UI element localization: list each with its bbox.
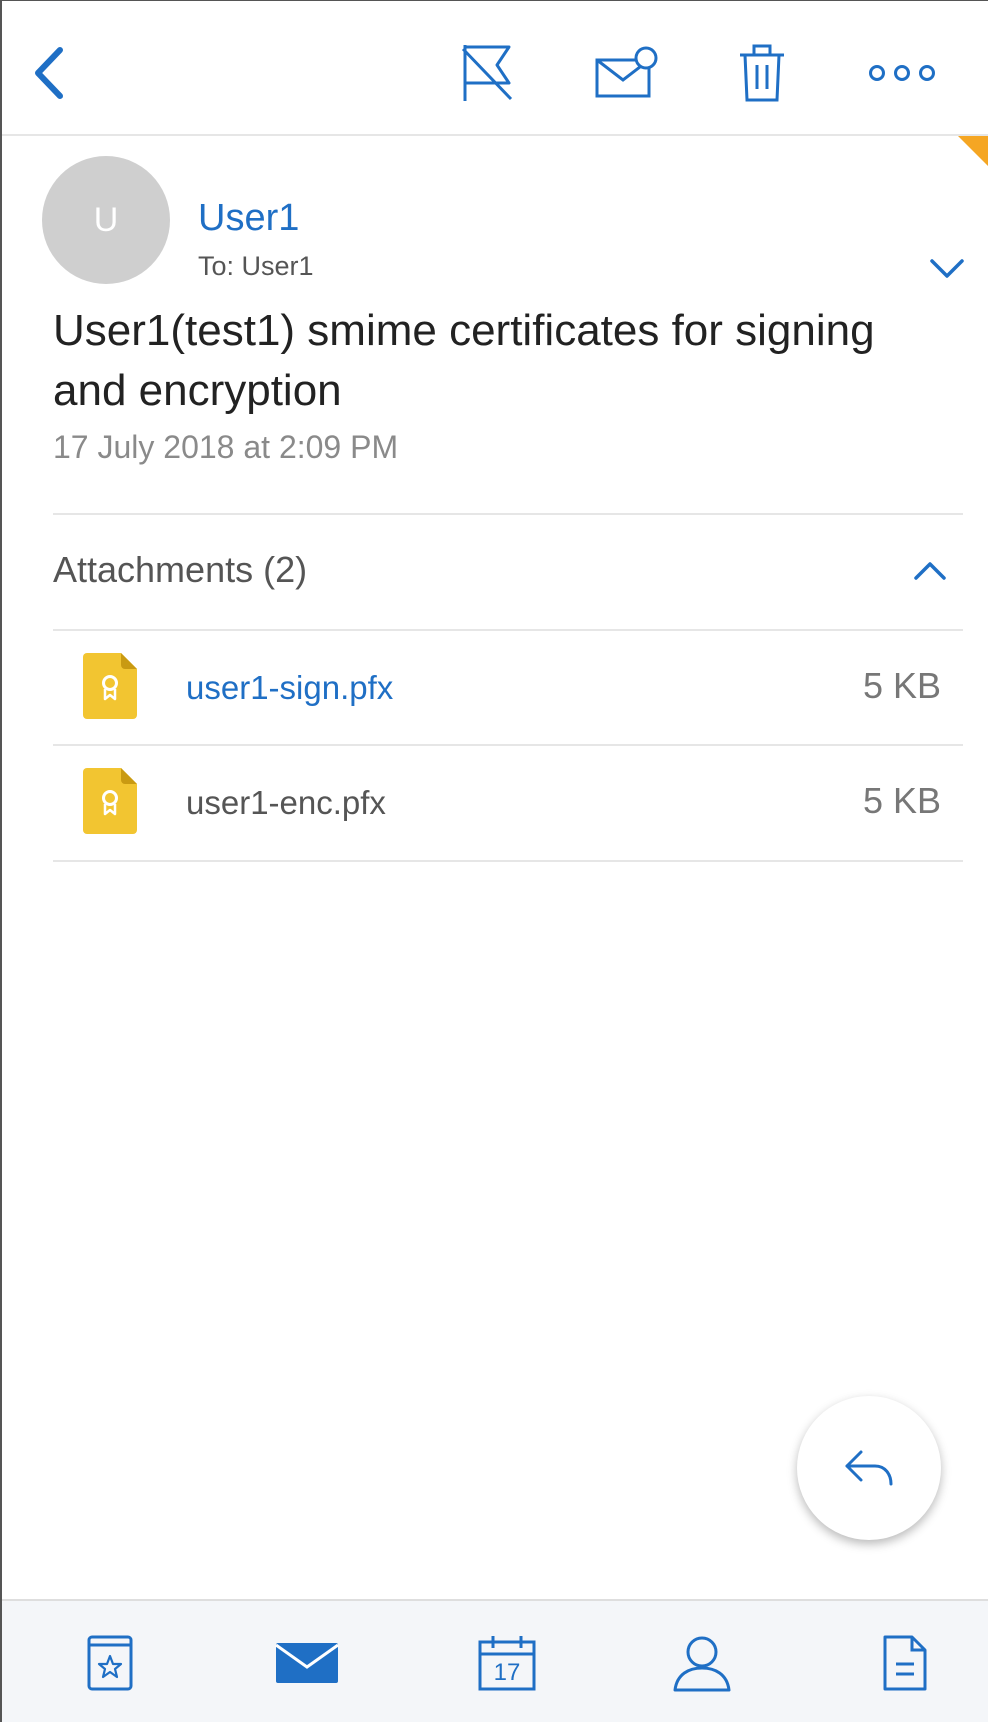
flag-icon: [461, 45, 513, 101]
avatar-initial: U: [93, 200, 119, 239]
divider: [53, 513, 963, 515]
chevron-down-icon: [930, 259, 964, 278]
sender-name[interactable]: User1: [198, 197, 299, 240]
expand-details-button[interactable]: [922, 251, 972, 287]
attachment-name: user1-sign.pfx: [186, 669, 394, 706]
attachment-name: user1-enc.pfx: [186, 784, 386, 821]
favorites-icon: [87, 1635, 133, 1691]
reply-button[interactable]: [797, 1396, 941, 1540]
flag-button[interactable]: [457, 41, 521, 105]
attachment-row[interactable]: user1-sign.pfx 5 KB: [53, 631, 963, 745]
flag-corner-marker: [958, 136, 988, 166]
avatar: U: [42, 156, 170, 284]
mail-unread-icon: [595, 46, 658, 98]
attachment-size: 5 KB: [862, 780, 941, 821]
certificate-file-icon: [83, 653, 137, 719]
certificate-file-icon: [83, 768, 137, 834]
attachments-header: Attachments (2): [53, 549, 308, 590]
more-button[interactable]: [862, 41, 942, 105]
attachment-row[interactable]: user1-enc.pfx 5 KB: [53, 746, 963, 860]
email-view: U User1 To: User1 User1(test1) smime cer…: [0, 0, 988, 1722]
contacts-icon: [673, 1636, 731, 1692]
reply-icon: [845, 1450, 893, 1486]
collapse-attachments-button[interactable]: [910, 556, 950, 586]
divider: [53, 860, 963, 862]
message-subject: User1(test1) smime certificates for sign…: [53, 306, 875, 415]
tab-calendar[interactable]: 17: [472, 1631, 542, 1695]
files-icon: [883, 1635, 927, 1691]
mail-icon: [275, 1643, 339, 1683]
tab-contacts[interactable]: [667, 1631, 737, 1695]
chevron-left-icon: [35, 47, 63, 99]
back-button[interactable]: [24, 41, 74, 105]
tab-favorites[interactable]: [82, 1631, 138, 1695]
tab-bar: 17: [2, 1599, 988, 1722]
more-horizontal-icon: [869, 65, 935, 81]
toolbar: [2, 1, 988, 136]
calendar-day: 17: [493, 1659, 521, 1686]
recipient-line: To: User1: [198, 251, 314, 281]
trash-icon: [740, 44, 784, 102]
delete-button[interactable]: [732, 41, 792, 105]
tab-files[interactable]: [877, 1631, 933, 1695]
message-date: 17 July 2018 at 2:09 PM: [53, 429, 399, 465]
mark-unread-button[interactable]: [592, 41, 662, 105]
tab-mail[interactable]: [272, 1631, 342, 1695]
attachment-size: 5 KB: [862, 665, 941, 706]
chevron-up-icon: [914, 562, 946, 580]
